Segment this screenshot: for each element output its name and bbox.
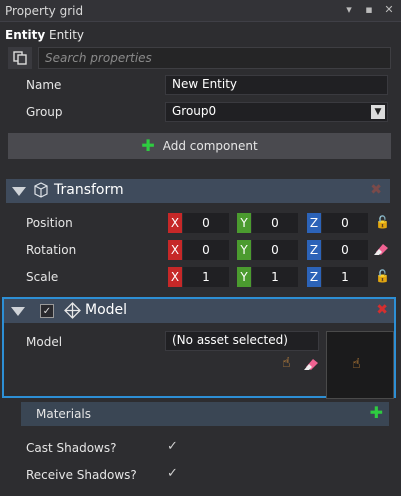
receive-shadows-label: Receive Shadows? [26, 468, 137, 482]
cast-shadows-label: Cast Shadows? [26, 441, 117, 455]
asset-thumbnail[interactable]: ☝ [326, 331, 394, 399]
position-z-field[interactable]: 0 [322, 213, 368, 233]
rotation-z-field[interactable]: 0 [322, 240, 368, 260]
group-label: Group [26, 105, 63, 119]
eraser-icon[interactable] [373, 242, 389, 256]
model-icon [64, 302, 81, 319]
rotation-z-axis: Z [307, 240, 321, 260]
enable-checkbox[interactable]: ✓ [40, 304, 54, 318]
unlock-icon[interactable]: 🔓 [375, 215, 390, 229]
plus-icon: ✚ [141, 136, 155, 155]
rotation-x-field[interactable]: 0 [183, 240, 229, 260]
pin-icon[interactable]: ▪ [363, 3, 375, 16]
group-value: Group0 [172, 104, 217, 118]
cast-shadows-checkbox[interactable]: ✓ [167, 439, 178, 454]
close-icon[interactable]: ✕ [383, 3, 395, 16]
position-y-field[interactable]: 0 [252, 213, 298, 233]
copy-button[interactable] [8, 47, 32, 69]
collapse-triangle-icon[interactable] [11, 307, 25, 316]
entity-type: Entity [5, 28, 46, 42]
scale-y-axis: Y [237, 267, 251, 287]
entity-header: Entity Entity [5, 28, 84, 42]
transform-header[interactable]: Transform ✖ [6, 179, 390, 203]
pick-asset-icon[interactable]: ☝ [282, 355, 291, 371]
cube-icon [34, 182, 48, 198]
scale-x-field[interactable]: 1 [183, 267, 229, 287]
materials-label: Materials [36, 407, 92, 421]
position-label: Position [26, 216, 73, 230]
add-material-icon[interactable]: ✚ [370, 405, 383, 421]
position-x-axis: X [168, 213, 182, 233]
eraser-icon[interactable] [303, 357, 319, 371]
transform-title: Transform [54, 182, 124, 198]
add-component-label: Add component [162, 139, 258, 153]
position-y-axis: Y [237, 213, 251, 233]
scale-y-field[interactable]: 1 [252, 267, 298, 287]
materials-header[interactable]: Materials ✚ [21, 402, 389, 426]
unlock-icon[interactable]: 🔓 [375, 269, 390, 283]
scale-x-axis: X [168, 267, 182, 287]
dropdown-icon[interactable]: ▾ [343, 3, 355, 16]
name-field[interactable]: New Entity [165, 75, 388, 95]
panel-titlebar: Property grid ▾ ▪ ✕ [0, 0, 401, 22]
scale-label: Scale [26, 270, 59, 284]
model-component[interactable]: ✓ Model ✖ Model (No asset selected) ☝ ☝ [2, 297, 396, 399]
chevron-down-icon[interactable]: ▼ [371, 105, 385, 119]
rotation-y-axis: Y [237, 240, 251, 260]
entity-name: Entity [48, 28, 85, 42]
remove-component-icon: ✖ [370, 182, 382, 198]
receive-shadows-checkbox[interactable]: ✓ [167, 466, 178, 481]
add-component-button[interactable]: ✚ Add component [8, 133, 391, 159]
pick-asset-icon[interactable]: ☝ [352, 356, 361, 372]
copy-icon [13, 51, 27, 65]
model-title: Model [85, 302, 128, 318]
position-x-field[interactable]: 0 [183, 213, 229, 233]
rotation-x-axis: X [168, 240, 182, 260]
model-prop-label: Model [26, 335, 63, 349]
collapse-triangle-icon[interactable] [12, 187, 26, 196]
scale-z-axis: Z [307, 267, 321, 287]
name-label: Name [26, 78, 62, 92]
position-z-axis: Z [307, 213, 321, 233]
search-row [8, 47, 391, 69]
model-header[interactable]: ✓ Model ✖ [4, 299, 394, 323]
remove-component-icon[interactable]: ✖ [376, 302, 388, 318]
model-asset-field[interactable]: (No asset selected) [165, 331, 319, 351]
search-input[interactable] [38, 47, 391, 69]
group-select[interactable]: Group0 ▼ [165, 102, 388, 122]
panel-title: Property grid [5, 4, 84, 18]
scale-z-field[interactable]: 1 [322, 267, 368, 287]
rotation-y-field[interactable]: 0 [252, 240, 298, 260]
rotation-label: Rotation [26, 243, 77, 257]
